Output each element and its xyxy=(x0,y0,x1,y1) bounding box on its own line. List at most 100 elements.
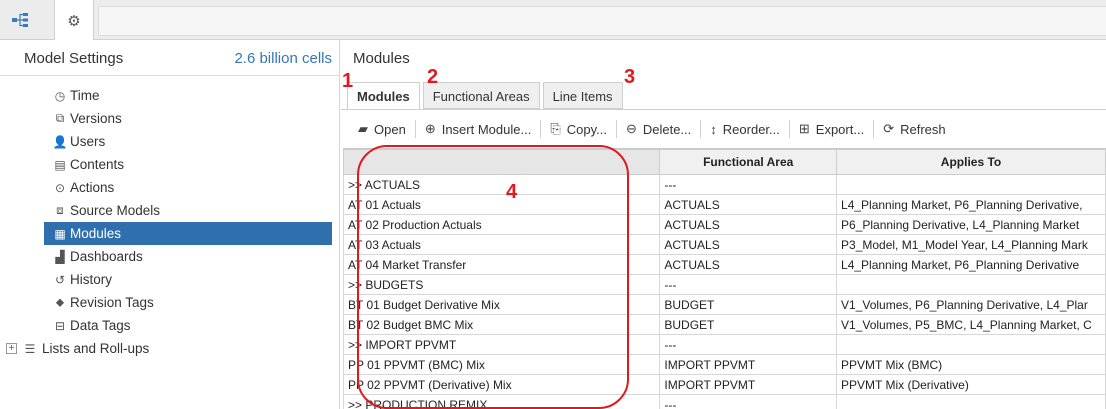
applies-to-cell[interactable]: L4_Planning Market, P6_Planning Derivati… xyxy=(836,194,1106,215)
cell-count: 2.6 billion cells xyxy=(234,50,332,67)
export-icon: ⊞ xyxy=(798,121,810,136)
toolbar-button-label: Reorder... xyxy=(722,121,780,137)
reorder-button[interactable]: ↕ Reorder... xyxy=(701,114,789,144)
history-icon: ↺ xyxy=(54,272,66,287)
dashboard-icon: ▟ xyxy=(55,249,65,264)
copy-button[interactable]: ⎘ Copy... xyxy=(541,114,616,144)
sidebar-item-history[interactable]: ↺ History xyxy=(0,268,340,291)
toolbar-button-label: Open xyxy=(374,121,406,137)
functional-area-cell[interactable]: IMPORT PPVMT xyxy=(659,374,838,395)
functional-area-cell[interactable]: BUDGET xyxy=(659,314,838,335)
tab-modules[interactable]: Modules xyxy=(347,82,420,110)
model-hierarchy-icon[interactable] xyxy=(4,0,38,40)
copy-icon: ⎘ xyxy=(550,121,561,136)
sidebar-item-label: Versions xyxy=(70,111,122,126)
annotation-number-2: 2 xyxy=(427,66,439,88)
sidebar-item-label: Lists and Roll-ups xyxy=(42,341,150,356)
tag-icon: ⬥ xyxy=(55,295,65,309)
applies-to-cell[interactable]: PPVMT Mix (BMC) xyxy=(836,354,1106,375)
sidebar-item-dashboards[interactable]: ▟ Dashboards xyxy=(0,245,340,268)
gear-icon[interactable]: ⚙ xyxy=(54,0,94,41)
sidebar-item-label: Data Tags xyxy=(70,318,131,333)
sidebar-item-label: Users xyxy=(70,134,106,149)
applies-to-cell[interactable] xyxy=(836,334,1106,355)
refresh-icon: ⟳ xyxy=(883,121,895,136)
folder-open-icon: ▰ xyxy=(358,121,368,136)
functional-area-cell[interactable]: BUDGET xyxy=(659,294,838,315)
annotation-oval xyxy=(357,145,629,409)
toolbar-button-label: Copy... xyxy=(566,121,607,137)
functional-area-cell[interactable]: ACTUALS xyxy=(659,194,838,215)
sidebar-item-label: Dashboards xyxy=(70,249,143,264)
versions-icon: ⧉ xyxy=(55,111,65,125)
top-tab-strip: ⚙ xyxy=(0,0,1106,41)
minus-circle-icon: ⊖ xyxy=(625,121,637,136)
toolbar-button-label: Insert Module... xyxy=(441,121,532,137)
tab-functional-areas[interactable]: Functional Areas xyxy=(422,82,540,109)
sidebar-item-revision-tags[interactable]: ⬥ Revision Tags xyxy=(0,291,340,314)
sidebar-item-label: History xyxy=(70,272,113,287)
toolbar: ▰ Open ⊕ Insert Module... ⎘ Copy... ⊖ Delete...… xyxy=(349,114,955,144)
applies-to-cell[interactable]: V1_Volumes, P6_Planning Derivative, L4_P… xyxy=(836,294,1106,315)
sidebar-item-label: Contents xyxy=(70,157,125,172)
functional-area-cell[interactable]: --- xyxy=(659,174,838,195)
sidebar-item-label: Actions xyxy=(70,180,115,195)
sidebar-item-modules[interactable]: ▦ Modules xyxy=(44,222,332,245)
column-header-applies-to[interactable]: Applies To xyxy=(836,149,1106,175)
delete-button[interactable]: ⊖ Delete... xyxy=(617,114,700,144)
tab-line-items[interactable]: Line Items xyxy=(542,82,623,109)
functional-area-cell[interactable]: ACTUALS xyxy=(659,254,838,275)
sidebar-item-users[interactable]: 👤 Users xyxy=(0,130,340,153)
applies-to-cell[interactable]: V1_Volumes, P5_BMC, L4_Planning Market, … xyxy=(836,314,1106,335)
functional-area-cell[interactable]: ACTUALS xyxy=(659,214,838,235)
open-button[interactable]: ▰ Open xyxy=(349,114,415,144)
sidebar-item-source-models[interactable]: ⧈ Source Models xyxy=(0,199,340,222)
sidebar-item-time[interactable]: ◷ Time xyxy=(0,84,340,107)
functional-area-cell[interactable]: ACTUALS xyxy=(659,234,838,255)
contents-icon: ▤ xyxy=(54,157,66,172)
applies-to-cell[interactable]: P6_Planning Derivative, L4_Planning Mark… xyxy=(836,214,1106,235)
functional-area-cell[interactable]: IMPORT PPVMT xyxy=(659,354,838,375)
export-button[interactable]: ⊞ Export... xyxy=(790,114,873,144)
functional-area-cell[interactable]: --- xyxy=(659,274,838,295)
sidebar-item-versions[interactable]: ⧉ Versions xyxy=(0,107,340,130)
sidebar-header: Model Settings 2.6 billion cells xyxy=(0,40,340,76)
sidebar-item-label: Source Models xyxy=(70,203,161,218)
reorder-icon: ↕ xyxy=(710,121,717,137)
clock-icon: ◷ xyxy=(54,88,66,103)
page-title: Modules xyxy=(353,50,410,67)
applies-to-cell[interactable]: PPVMT Mix (Derivative) xyxy=(836,374,1106,395)
plus-circle-icon: ⊕ xyxy=(424,121,436,136)
applies-to-cell[interactable] xyxy=(836,394,1106,409)
toolbar-button-label: Export... xyxy=(815,121,865,137)
annotation-number-1: 1 xyxy=(342,70,354,92)
functional-area-cell[interactable]: --- xyxy=(659,334,838,355)
sidebar-title: Model Settings xyxy=(24,50,124,67)
annotation-number-3: 3 xyxy=(624,66,636,88)
list-icon: ☰ xyxy=(24,341,36,356)
applies-to-cell[interactable]: L4_Planning Market, P6_Planning Derivati… xyxy=(836,254,1106,275)
sidebar-list: ◷ Time ⧉ Versions 👤 Users ▤ Contents ⊙ Actions ⧈ So… xyxy=(0,84,340,360)
sidebar-item-data-tags[interactable]: ⊟ Data Tags xyxy=(0,314,340,337)
toolbar-button-label: Delete... xyxy=(642,121,692,137)
applies-to-cell[interactable]: P3_Model, M1_Model Year, L4_Planning Mar… xyxy=(836,234,1106,255)
user-icon: 👤 xyxy=(52,134,68,149)
sidebar-item-actions[interactable]: ⊙ Actions xyxy=(0,176,340,199)
tab-divider xyxy=(341,109,1106,110)
sidebar-item-label: Time xyxy=(70,88,100,103)
insert-module-button[interactable]: ⊕ Insert Module... xyxy=(416,114,541,144)
refresh-button[interactable]: ⟳ Refresh xyxy=(874,114,954,144)
column-header-functional-area[interactable]: Functional Area xyxy=(659,149,838,175)
sidebar-item-lists-and-roll-ups[interactable]: + ☰ Lists and Roll-ups xyxy=(0,337,340,360)
sidebar-item-contents[interactable]: ▤ Contents xyxy=(0,153,340,176)
model-settings-sidebar: Model Settings 2.6 billion cells ◷ Time ⧉ V… xyxy=(0,40,340,409)
applies-to-cell[interactable] xyxy=(836,174,1106,195)
tab-bar: Modules Functional Areas Line Items xyxy=(347,82,626,110)
sidebar-item-label: Modules xyxy=(70,226,122,241)
applies-to-cell[interactable] xyxy=(836,274,1106,295)
functional-area-cell[interactable]: --- xyxy=(659,394,838,409)
tab-strip-empty-area xyxy=(98,6,1106,36)
expand-icon[interactable]: + xyxy=(6,343,17,354)
grid-icon: ▦ xyxy=(54,226,66,241)
source-models-icon: ⧈ xyxy=(56,203,64,217)
